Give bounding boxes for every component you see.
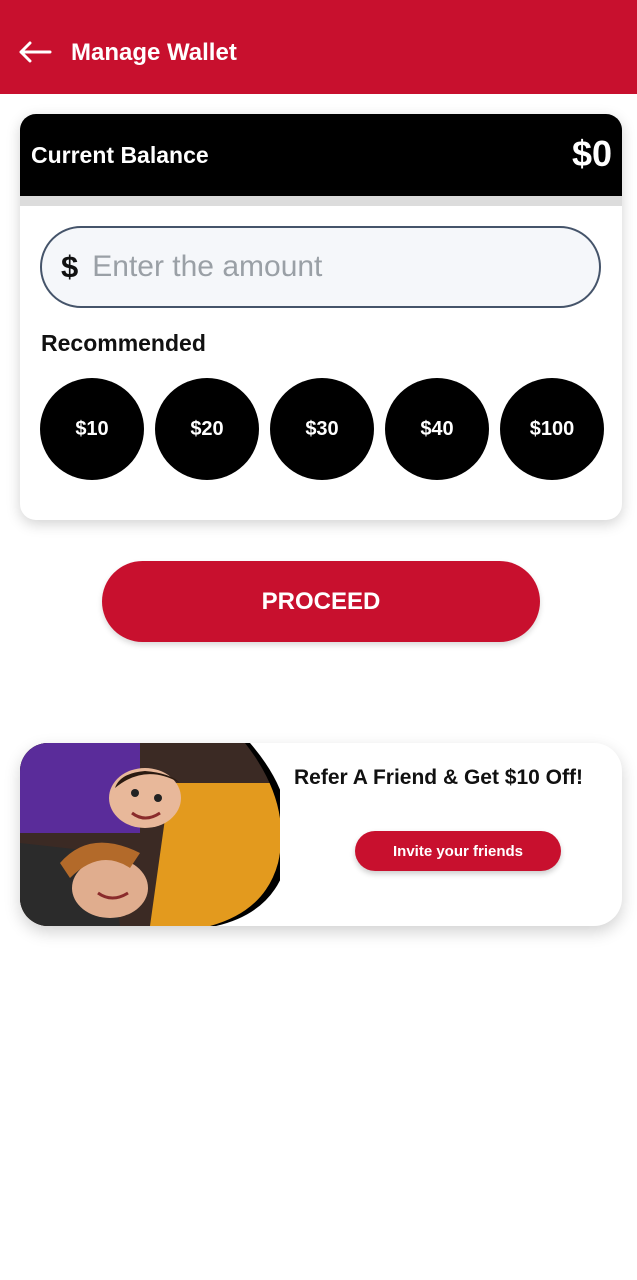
recommended-amounts: $10 $20 $30 $40 $100 — [40, 378, 604, 480]
recommended-label: Recommended — [41, 330, 206, 356]
page-title: Manage Wallet — [71, 39, 237, 66]
balance-value: $0 — [571, 133, 612, 174]
referral-card: Refer A Friend & Get $10 Off! Invite you… — [20, 743, 622, 926]
divider — [20, 196, 622, 206]
amount-chip-30[interactable]: $30 — [270, 378, 374, 480]
back-button[interactable] — [16, 34, 54, 70]
amount-chip-100[interactable]: $100 — [500, 378, 604, 480]
app-bar: Manage Wallet — [0, 0, 637, 94]
amount-field[interactable]: $ — [40, 226, 601, 308]
amount-input[interactable] — [92, 237, 599, 297]
invite-friends-button[interactable]: Invite your friends — [355, 831, 561, 871]
balance-bar: Current Balance $0 — [20, 114, 622, 196]
wallet-card: Current Balance $0 $ Recommended $10 $20… — [20, 114, 622, 520]
referral-title: Refer A Friend & Get $10 Off! — [294, 766, 583, 789]
amount-chip-40[interactable]: $40 — [385, 378, 489, 480]
amount-chip-20[interactable]: $20 — [155, 378, 259, 480]
friends-photo — [20, 743, 280, 926]
arrow-left-icon — [19, 41, 52, 63]
balance-label: Current Balance — [31, 142, 209, 168]
currency-symbol: $ — [61, 249, 79, 284]
amount-chip-10[interactable]: $10 — [40, 378, 144, 480]
proceed-button[interactable]: PROCEED — [102, 561, 540, 642]
